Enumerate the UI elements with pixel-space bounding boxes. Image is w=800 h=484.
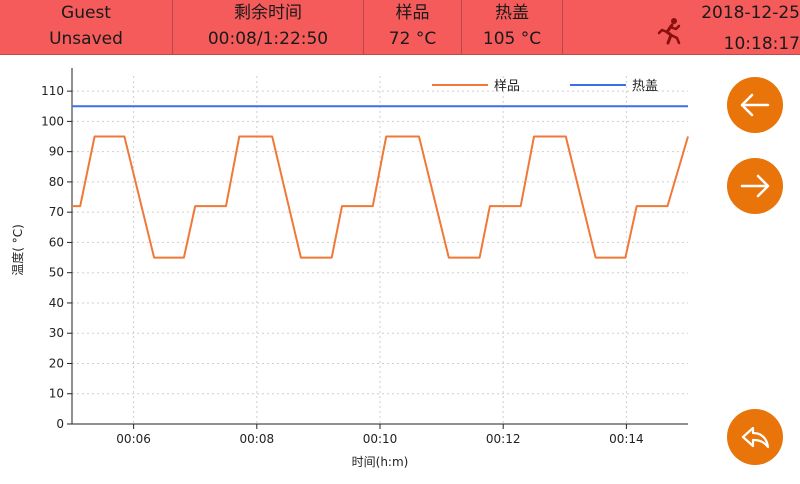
date-text: 2018-12-25 <box>701 3 800 23</box>
sample-temp-label: 样品 <box>395 3 430 23</box>
arrow-left-icon <box>740 93 770 117</box>
next-button[interactable] <box>727 158 783 214</box>
lid-temp-value: 105 °C <box>482 29 542 49</box>
time-text: 10:18:17 <box>723 34 800 54</box>
remaining-time-cell: 剩余时间 00:08/1:22:50 <box>173 0 363 55</box>
y-tick-label: 40 <box>49 296 64 310</box>
x-tick-label: 00:14 <box>609 432 644 446</box>
clock-cell: 2018-12-25 10:18:17 <box>690 0 800 55</box>
arrow-right-icon <box>740 174 770 198</box>
y-tick-label: 90 <box>49 145 64 159</box>
save-status: Unsaved <box>49 29 123 49</box>
x-tick-label: 00:10 <box>363 432 398 446</box>
x-tick-label: 00:06 <box>116 432 151 446</box>
prev-button[interactable] <box>727 77 783 133</box>
back-button[interactable] <box>727 409 783 465</box>
user-cell[interactable]: Guest Unsaved <box>0 0 172 55</box>
y-tick-label: 110 <box>41 84 64 98</box>
y-tick-label: 80 <box>49 175 64 189</box>
remaining-time-label: 剩余时间 <box>234 3 302 23</box>
remaining-time-value: 00:08/1:22:50 <box>207 29 329 49</box>
y-tick-label: 10 <box>49 387 64 401</box>
sample-temp-value: 72 °C <box>388 29 437 49</box>
y-tick-label: 0 <box>56 417 64 431</box>
x-axis-label: 时间(h:m) <box>352 455 409 469</box>
legend-label: 样品 <box>494 79 520 94</box>
divider <box>562 0 563 55</box>
lid-temp-label: 热盖 <box>495 3 529 23</box>
legend-label: 热盖 <box>632 79 658 94</box>
y-tick-label: 60 <box>49 235 64 249</box>
sample-temp-cell: 样品 72 °C <box>364 0 461 55</box>
y-tick-label: 20 <box>49 356 64 370</box>
y-tick-label: 50 <box>49 266 64 280</box>
return-icon <box>741 426 770 449</box>
lid-temp-cell: 热盖 105 °C <box>462 0 562 55</box>
x-tick-label: 00:12 <box>486 432 521 446</box>
y-tick-label: 30 <box>49 326 64 340</box>
running-person-icon <box>657 18 681 45</box>
temperature-chart: 0 10 20 30 40 50 60 70 80 90 100 110 00:06 00:08 00:10… <box>0 56 720 480</box>
x-tick-label: 00:08 <box>240 432 275 446</box>
status-bar: Guest Unsaved 剩余时间 00:08/1:22:50 样品 72 °… <box>0 0 800 55</box>
chart-canvas: 0 10 20 30 40 50 60 70 80 90 100 110 00:06 00:08 00:10… <box>10 68 689 469</box>
y-axis-label: 温度( °C) <box>10 224 25 276</box>
y-tick-label: 70 <box>49 205 64 219</box>
user-name: Guest <box>61 3 111 23</box>
y-tick-label: 100 <box>41 114 64 128</box>
